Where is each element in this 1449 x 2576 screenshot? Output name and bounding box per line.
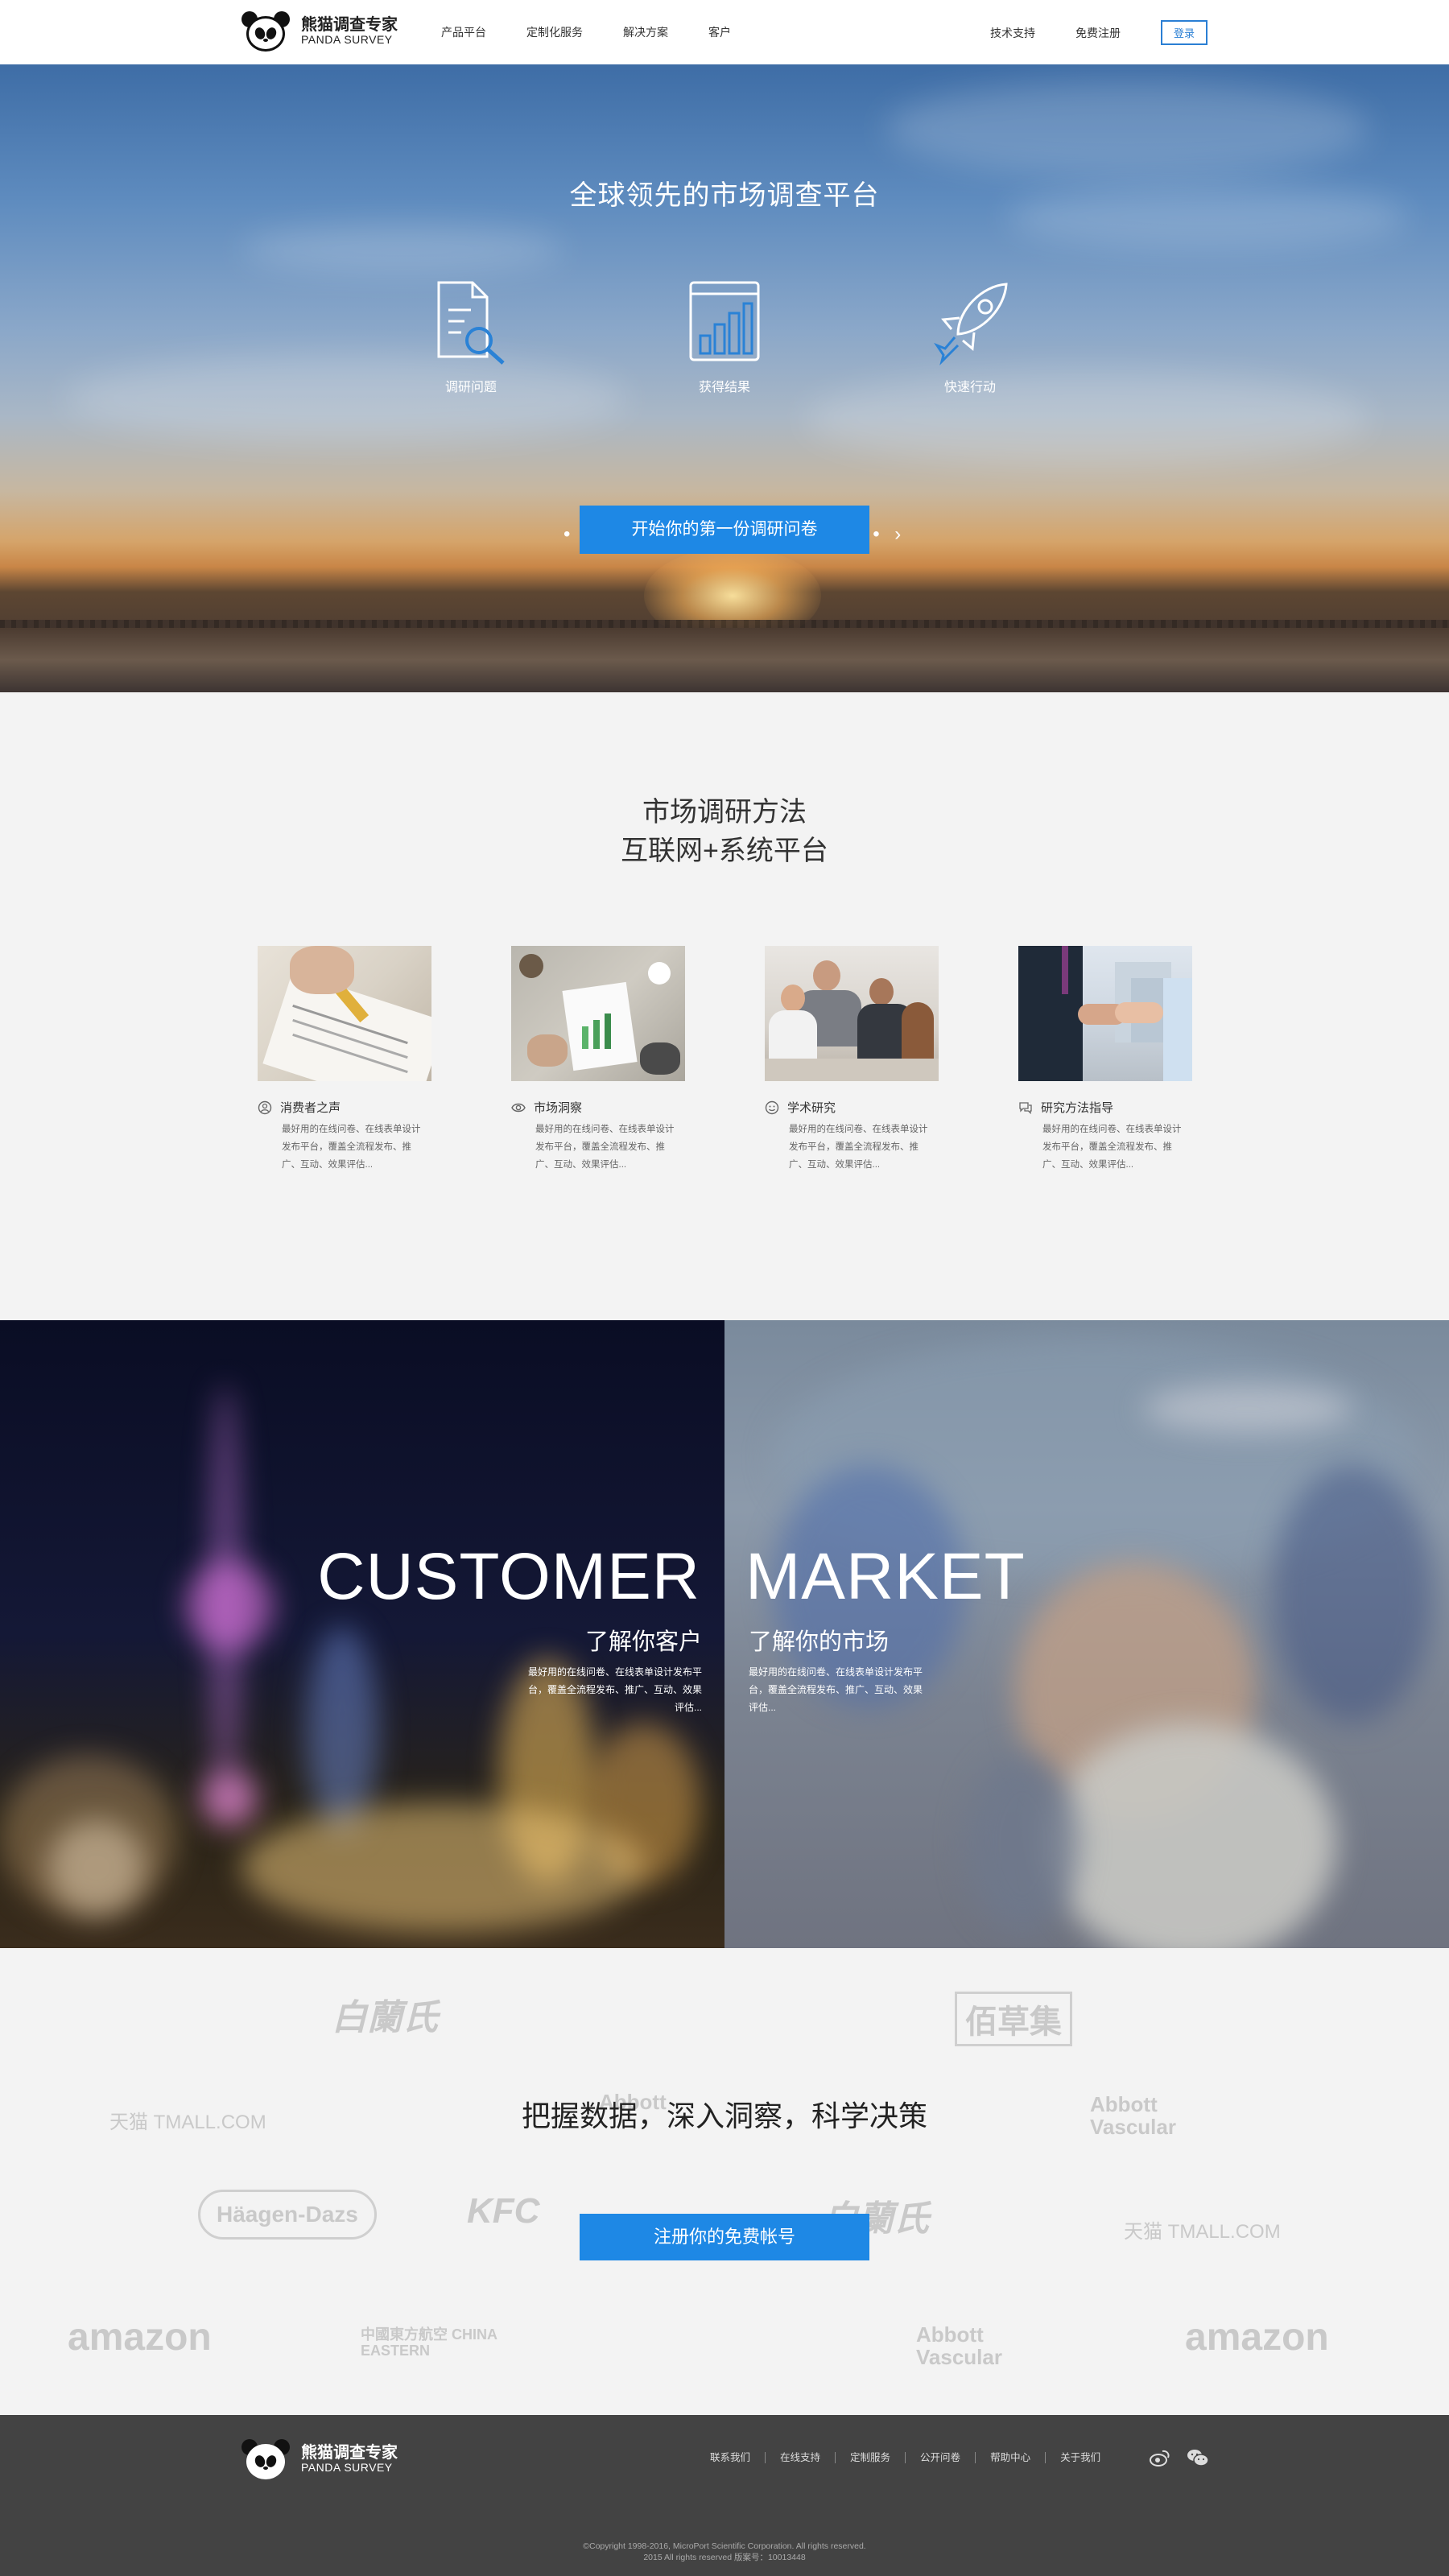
customer-market-section: CUSTOMER 了解你客户 最好用的在线问卷、在线表单设计发布平台，覆盖全流程…	[0, 1320, 1449, 1948]
brand-logo-haagen-dazs: Häagen-Dazs	[198, 2190, 377, 2240]
method-card[interactable]: 学术研究 最好用的在线问卷、在线表单设计发布平台，覆盖全流程发布、推广、互动、效…	[765, 946, 939, 1174]
customer-heading: CUSTOMER	[317, 1540, 700, 1613]
methods-title-line2: 互联网+系统平台	[621, 836, 828, 866]
document-search-icon	[437, 281, 505, 365]
methods-section: 市场调研方法 互联网+系统平台 消费者之声 最好用的在线问卷、在线表单设计发布平…	[0, 692, 1449, 1320]
card-desc: 最好用的在线问卷、在线表单设计发布平台，覆盖全流程发布、推广、互动、效果评估..…	[1042, 1125, 1182, 1170]
footer-logo[interactable]: 熊猫调查专家 PANDA SURVEY	[240, 2436, 398, 2483]
method-card[interactable]: 市场洞察 最好用的在线问卷、在线表单设计发布平台，覆盖全流程发布、推广、互动、效…	[511, 946, 685, 1174]
landscape	[0, 628, 1449, 692]
step-label: 调研问题	[444, 381, 497, 394]
bar-chart-book-icon	[689, 281, 760, 361]
card-desc: 最好用的在线问卷、在线表单设计发布平台，覆盖全流程发布、推广、互动、效果评估..…	[535, 1125, 675, 1170]
footer-logo-title: 熊猫调查专家	[301, 2444, 398, 2462]
wechat-icon[interactable]	[1187, 2449, 1209, 2467]
register-link[interactable]: 免费注册	[1075, 25, 1121, 41]
meeting-table-photo	[511, 946, 685, 1081]
hero-title: 全球领先的市场调查平台	[569, 180, 880, 211]
hero-banner: 全球领先的市场调查平台 调研问题 • • • • ›	[0, 64, 1449, 692]
clients-section: 白蘭氏 佰草集 天猫 TMALL.COM Abbott Vascular Abb…	[0, 1948, 1449, 2415]
step-results: 获得结果	[660, 278, 789, 395]
brand-logo-herborist: 佰草集	[955, 1992, 1072, 2046]
footer-link-about[interactable]: 关于我们	[1046, 2452, 1115, 2463]
footer-logo-subtitle: PANDA SURVEY	[301, 2461, 393, 2475]
panda-logo-icon	[240, 2436, 291, 2483]
site-logo[interactable]: 熊猫调查专家 PANDA SURVEY	[240, 8, 398, 55]
step-action: 快速行动	[906, 278, 1034, 395]
handshake-photo	[1018, 946, 1192, 1081]
customer-desc: 最好用的在线问卷、在线表单设计发布平台，覆盖全流程发布、推广、互动、效果评估..…	[527, 1666, 702, 1713]
team-working-photo	[765, 946, 939, 1081]
market-subheading: 了解你的市场	[749, 1629, 890, 1655]
user-icon	[258, 1100, 272, 1114]
footer-link-public-survey[interactable]: 公开问卷	[906, 2452, 976, 2463]
main-nav: 产品平台 定制化服务 解决方案 客户	[441, 24, 731, 40]
market-desc: 最好用的在线问卷、在线表单设计发布平台，覆盖全流程发布、推广、互动、效果评估..…	[749, 1666, 923, 1713]
city-night-panel: CUSTOMER 了解你客户 最好用的在线问卷、在线表单设计发布平台，覆盖全流程…	[0, 1320, 724, 1948]
step-research: 调研问题	[407, 278, 535, 395]
rocket-icon	[934, 283, 1008, 365]
panda-logo-icon	[240, 8, 291, 55]
method-card[interactable]: 消费者之声 最好用的在线问卷、在线表单设计发布平台，覆盖全流程发布、推广、互动、…	[258, 946, 431, 1174]
card-title: 研究方法指导	[1041, 1101, 1114, 1115]
brand-logo-china-eastern: 中國東方航空 CHINA EASTERN	[361, 2326, 497, 2359]
footer-link-support[interactable]: 在线支持	[766, 2452, 836, 2463]
card-title: 市场洞察	[534, 1101, 583, 1115]
step-label: 获得结果	[698, 381, 750, 394]
customer-subheading: 了解你客户	[584, 1629, 702, 1655]
footer-link-custom[interactable]: 定制服务	[836, 2452, 906, 2463]
copyright: ©Copyright 1998-2016, MicroPort Scientif…	[0, 2541, 1449, 2563]
brand-logo-brands: 白蘭氏	[332, 1998, 438, 2037]
chat-icon	[1019, 1101, 1032, 1114]
logo-subtitle: PANDA SURVEY	[301, 33, 393, 47]
social-links	[1150, 2449, 1209, 2467]
card-desc: 最好用的在线问卷、在线表单设计发布平台，覆盖全流程发布、推广、互动、效果评估..…	[282, 1125, 421, 1170]
eye-icon	[511, 1103, 526, 1112]
nav-item-product[interactable]: 产品平台	[441, 24, 486, 40]
method-card[interactable]: 研究方法指导 最好用的在线问卷、在线表单设计发布平台，覆盖全流程发布、推广、互动…	[1018, 946, 1192, 1174]
brand-logo-amazon: amazon	[68, 2316, 212, 2359]
card-title: 学术研究	[787, 1101, 836, 1115]
nav-item-clients[interactable]: 客户	[708, 24, 731, 40]
brands-title: 把握数据，深入洞察，科学决策	[521, 2099, 927, 2132]
weibo-icon[interactable]	[1150, 2449, 1170, 2467]
survey-form-photo	[258, 946, 431, 1081]
login-button[interactable]: 登录	[1160, 20, 1208, 45]
market-heading: MARKET	[745, 1540, 1026, 1613]
brand-logo-abbott-2: Abbott Vascular	[916, 2322, 1002, 2369]
methods-title-line1: 市场调研方法	[642, 797, 807, 828]
street-crowd-panel: MARKET 了解你的市场 最好用的在线问卷、在线表单设计发布平台，覆盖全流程发…	[724, 1320, 1449, 1948]
site-footer: 熊猫调查专家 PANDA SURVEY 联系我们 在线支持 定制服务 公开问卷 …	[0, 2415, 1449, 2576]
register-free-button[interactable]: 注册你的免费帐号	[580, 2214, 869, 2260]
smile-icon	[765, 1100, 779, 1114]
card-desc: 最好用的在线问卷、在线表单设计发布平台，覆盖全流程发布、推广、互动、效果评估..…	[789, 1125, 928, 1170]
brand-logo-kfc: KFC	[467, 2191, 540, 2231]
support-link[interactable]: 技术支持	[990, 25, 1035, 41]
copyright-line-2: 2015 All rights reserved 版案号：10013448	[643, 2553, 806, 2562]
methods-title: 市场调研方法 互联网+系统平台	[0, 793, 1449, 870]
start-survey-button[interactable]: 开始你的第一份调研问卷	[580, 506, 869, 554]
nav-item-custom[interactable]: 定制化服务	[526, 24, 583, 40]
footer-links: 联系我们 在线支持 定制服务 公开问卷 帮助中心 关于我们	[710, 2452, 1115, 2463]
top-header: 熊猫调查专家 PANDA SURVEY 产品平台 定制化服务 解决方案 客户 技…	[0, 0, 1449, 64]
brand-logo-amazon-2: amazon	[1185, 2316, 1329, 2359]
copyright-line-1: ©Copyright 1998-2016, MicroPort Scientif…	[583, 2541, 866, 2551]
footer-link-contact[interactable]: 联系我们	[710, 2452, 766, 2463]
brand-logo-tmall-2: 天猫 TMALL.COM	[1124, 2221, 1281, 2243]
step-label: 快速行动	[943, 381, 996, 394]
nav-item-solutions[interactable]: 解决方案	[623, 24, 668, 40]
card-title: 消费者之声	[280, 1101, 341, 1115]
header-actions: 技术支持 免费注册 登录	[990, 20, 1208, 45]
logo-title: 熊猫调查专家	[301, 16, 398, 35]
footer-link-help[interactable]: 帮助中心	[976, 2452, 1046, 2463]
